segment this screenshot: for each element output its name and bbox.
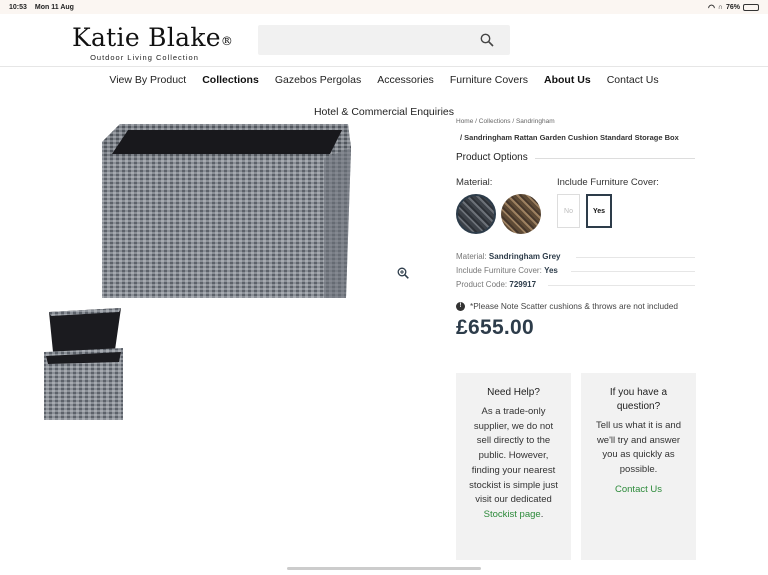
search-input[interactable] <box>258 25 510 55</box>
need-help-card: Need Help? As a trade-only supplier, we … <box>456 373 571 560</box>
scatter-note: ! *Please Note Scatter cushions & throws… <box>456 301 678 311</box>
options-divider <box>535 158 695 159</box>
status-time: 10:53 <box>9 3 27 11</box>
material-label: Material: <box>456 177 493 188</box>
battery-percent: 76% <box>725 3 740 11</box>
ios-status-bar: 10:53 Mon 11 Aug ◠ ∩ 76% <box>0 0 768 14</box>
nav-furniture-covers[interactable]: Furniture Covers <box>442 74 536 86</box>
meta-divider <box>576 257 695 258</box>
nav-gazebos-pergolas[interactable]: Gazebos Pergolas <box>267 74 369 86</box>
question-card: If you have a question? Tell us what it … <box>581 373 696 560</box>
main-nav: View By Product Collections Gazebos Perg… <box>0 74 768 86</box>
battery-icon <box>743 3 759 11</box>
question-body: Tell us what it is and we'll try and ans… <box>595 420 681 476</box>
nav-about-us[interactable]: About Us <box>536 74 599 86</box>
contact-us-link[interactable]: Contact Us <box>615 484 662 495</box>
meta-material: Material: Sandringham Grey <box>456 252 561 261</box>
product-price: £655.00 <box>456 316 535 339</box>
wifi-icon: ◠ <box>707 2 715 12</box>
nav-collections[interactable]: Collections <box>194 74 267 86</box>
question-title: If you have a question? <box>609 387 668 412</box>
stockist-link[interactable]: Stockist page <box>484 509 541 520</box>
cover-option-yes[interactable]: Yes <box>586 194 612 228</box>
breadcrumb-current: / Sandringham Rattan Garden Cushion Stan… <box>460 133 679 142</box>
meta-divider <box>571 271 695 272</box>
info-icon: ! <box>456 301 465 311</box>
home-indicator[interactable] <box>287 567 481 570</box>
headphones-icon: ∩ <box>717 3 723 11</box>
zoom-in-icon[interactable] <box>397 267 409 279</box>
material-swatch-grey[interactable] <box>456 194 496 234</box>
status-right: ◠ ∩ 76% <box>708 3 759 12</box>
main-nav-row-2: Hotel & Commercial Enquiries <box>0 102 768 120</box>
brand-name: Katie Blake® <box>72 23 234 52</box>
nav-accessories[interactable]: Accessories <box>369 74 442 86</box>
need-help-title: Need Help? <box>487 387 540 398</box>
need-help-body: As a trade-only supplier, we do not sell… <box>469 406 558 520</box>
header-divider <box>0 66 768 67</box>
search-icon[interactable] <box>480 33 494 47</box>
product-main-image[interactable] <box>98 122 351 298</box>
brand-tagline: Outdoor Living Collection <box>90 53 199 62</box>
meta-divider <box>548 285 695 286</box>
status-date: Mon 11 Aug <box>34 3 74 11</box>
furniture-cover-label: Include Furniture Cover: <box>557 177 659 188</box>
meta-product-code: Product Code: 729917 <box>456 280 537 289</box>
brand-logo[interactable]: Katie Blake® Outdoor Living Collection <box>72 23 234 63</box>
breadcrumb[interactable]: Home / Collections / Sandringham <box>456 118 555 125</box>
material-swatch-brown[interactable] <box>501 194 541 234</box>
cover-option-no[interactable]: No <box>557 194 580 228</box>
product-thumbnail[interactable] <box>43 308 125 420</box>
nav-view-by-product[interactable]: View By Product <box>101 74 194 86</box>
nav-hotel-commercial[interactable]: Hotel & Commercial Enquiries <box>314 106 454 118</box>
meta-furniture-cover: Include Furniture Cover: Yes <box>456 266 558 275</box>
nav-contact-us[interactable]: Contact Us <box>599 74 667 86</box>
product-options-title: Product Options <box>456 152 528 163</box>
